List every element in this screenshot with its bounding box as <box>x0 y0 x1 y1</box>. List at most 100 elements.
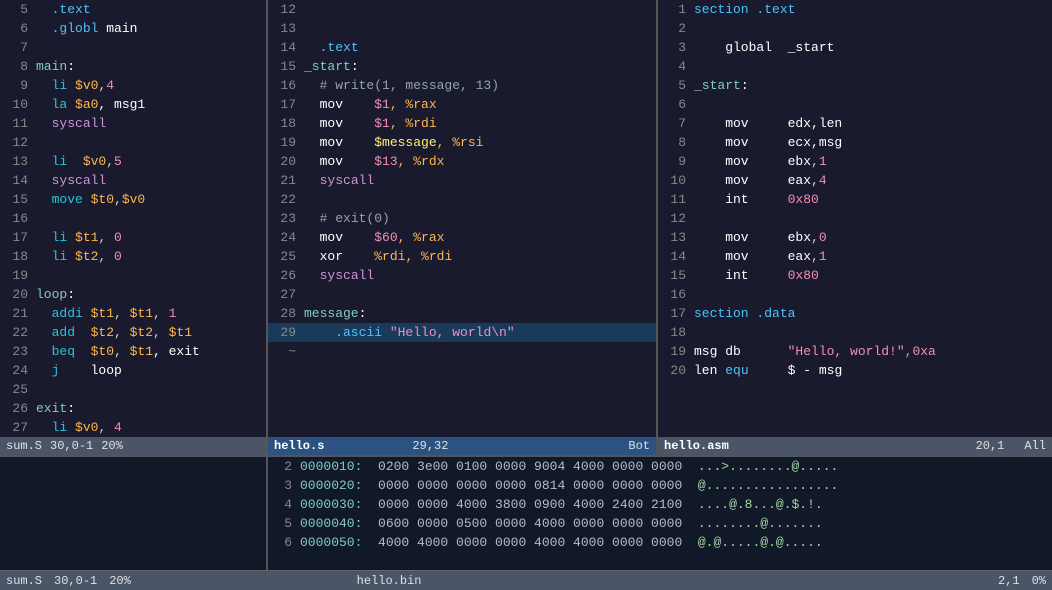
line-content: li $v0,5 <box>36 152 262 171</box>
line-content: .globl main <box>36 19 262 38</box>
line-content <box>304 342 652 361</box>
line-content: section .text <box>694 0 1048 19</box>
line-content: _start: <box>304 57 652 76</box>
line-content: int 0x80 <box>694 266 1048 285</box>
line-content: .text <box>36 0 262 19</box>
line-content: loop: <box>36 285 262 304</box>
code-line: 7 mov edx,len <box>658 114 1052 133</box>
line-content: xor %rdi, %rdi <box>304 247 652 266</box>
line-content: main: <box>36 57 262 76</box>
line-number: 5 <box>4 0 28 19</box>
line-content: li $t2, 0 <box>36 247 262 266</box>
line-content: mov $60, %rax <box>304 228 652 247</box>
line-content <box>36 266 262 285</box>
code-line: 29 .ascii "Hello, world\n" <box>268 323 656 342</box>
hex-bytes: 0000 0000 4000 3800 0900 4000 2400 2100 <box>378 495 698 514</box>
line-number: 26 <box>272 266 296 285</box>
code-line: 26exit: <box>0 399 266 418</box>
line-content: # exit(0) <box>304 209 652 228</box>
footer-right-pos: 2,1 <box>998 574 1020 588</box>
line-number: 20 <box>4 285 28 304</box>
line-content <box>694 57 1048 76</box>
hex-ascii: ...>........@..... <box>698 457 838 476</box>
code-line: 18 li $t2, 0 <box>0 247 266 266</box>
line-number: 10 <box>4 95 28 114</box>
hex-line: 60000050: 4000 4000 0000 0000 4000 4000 … <box>268 533 1052 552</box>
line-number: 17 <box>662 304 686 323</box>
code-line: 15 int 0x80 <box>658 266 1052 285</box>
bottom-left-pane <box>0 457 268 570</box>
pane-right: 1section .text2 3 global _start4 5_start… <box>658 0 1052 455</box>
footer-middle-file: hello.bin <box>357 574 422 588</box>
line-number: 18 <box>4 247 28 266</box>
hex-addr: 0000030: <box>300 495 378 514</box>
middle-pos: 29,32 <box>412 439 448 453</box>
line-number: 15 <box>4 190 28 209</box>
line-content: syscall <box>304 171 652 190</box>
line-content: add $t2, $t2, $t1 <box>36 323 262 342</box>
line-number: 11 <box>662 190 686 209</box>
line-content <box>304 285 652 304</box>
hex-linenum: 3 <box>272 476 292 495</box>
line-number: 23 <box>4 342 28 361</box>
line-number: 27 <box>4 418 28 437</box>
middle-code-area: 12 13 14 .text15_start:16 # write(1, mes… <box>268 0 656 437</box>
line-number: 2 <box>662 19 686 38</box>
line-number: ~ <box>272 342 296 361</box>
hex-line: 30000020: 0000 0000 0000 0000 0814 0000 … <box>268 476 1052 495</box>
footer-section-middle: hello.bin <box>357 574 696 588</box>
line-number: 12 <box>4 133 28 152</box>
line-content: move $t0,$v0 <box>36 190 262 209</box>
footer-left-file: sum.S <box>6 574 42 588</box>
code-line: 15 move $t0,$v0 <box>0 190 266 209</box>
line-content: syscall <box>36 171 262 190</box>
right-status-bar: hello.asm 20,1 All <box>658 437 1052 455</box>
middle-filename: hello.s <box>274 439 324 453</box>
code-line: 1section .text <box>658 0 1052 19</box>
right-filename: hello.asm <box>664 439 729 453</box>
code-line: 27 <box>268 285 656 304</box>
line-content: addi $t1, $t1, 1 <box>36 304 262 323</box>
line-content <box>694 95 1048 114</box>
code-line: 13 mov ebx,0 <box>658 228 1052 247</box>
line-content <box>36 133 262 152</box>
code-line: 20 mov $13, %rdx <box>268 152 656 171</box>
line-number: 24 <box>272 228 296 247</box>
line-number: 21 <box>4 304 28 323</box>
line-content: .text <box>304 38 652 57</box>
line-content <box>36 38 262 57</box>
line-content <box>36 209 262 228</box>
code-line: 24 j loop <box>0 361 266 380</box>
footer-section-left: sum.S 30,0-1 20% <box>6 574 345 588</box>
line-content: mov eax,4 <box>694 171 1048 190</box>
line-content: exit: <box>36 399 262 418</box>
line-number: 16 <box>662 285 686 304</box>
code-line: 23 # exit(0) <box>268 209 656 228</box>
line-content: mov ebx,1 <box>694 152 1048 171</box>
line-content: section .data <box>694 304 1048 323</box>
line-number: 28 <box>272 304 296 323</box>
hex-bytes: 4000 4000 0000 0000 4000 4000 0000 0000 <box>378 533 698 552</box>
hex-addr: 0000050: <box>300 533 378 552</box>
footer-left-pct: 20% <box>109 574 131 588</box>
hex-bytes: 0200 3e00 0100 0000 9004 4000 0000 0000 <box>378 457 698 476</box>
code-line: 22 add $t2, $t2, $t1 <box>0 323 266 342</box>
main-panes-row: 5 .text6 .globl main7 8main:9 li $v0,410… <box>0 0 1052 455</box>
code-line: 14 syscall <box>0 171 266 190</box>
bottom-hex-pane: 20000010: 0200 3e00 0100 0000 9004 4000 … <box>268 457 1052 570</box>
left-filename: sum.S <box>6 439 42 453</box>
line-number: 16 <box>272 76 296 95</box>
line-content: syscall <box>304 266 652 285</box>
line-number: 7 <box>662 114 686 133</box>
code-line: 15_start: <box>268 57 656 76</box>
code-line: 16 <box>658 285 1052 304</box>
pane-left: 5 .text6 .globl main7 8main:9 li $v0,410… <box>0 0 268 455</box>
code-line: ~ <box>268 342 656 361</box>
code-line: 10 la $a0, msg1 <box>0 95 266 114</box>
code-line: 3 global _start <box>658 38 1052 57</box>
line-number: 12 <box>662 209 686 228</box>
line-number: 14 <box>4 171 28 190</box>
code-line: 7 <box>0 38 266 57</box>
line-content: la $a0, msg1 <box>36 95 262 114</box>
line-number: 22 <box>4 323 28 342</box>
